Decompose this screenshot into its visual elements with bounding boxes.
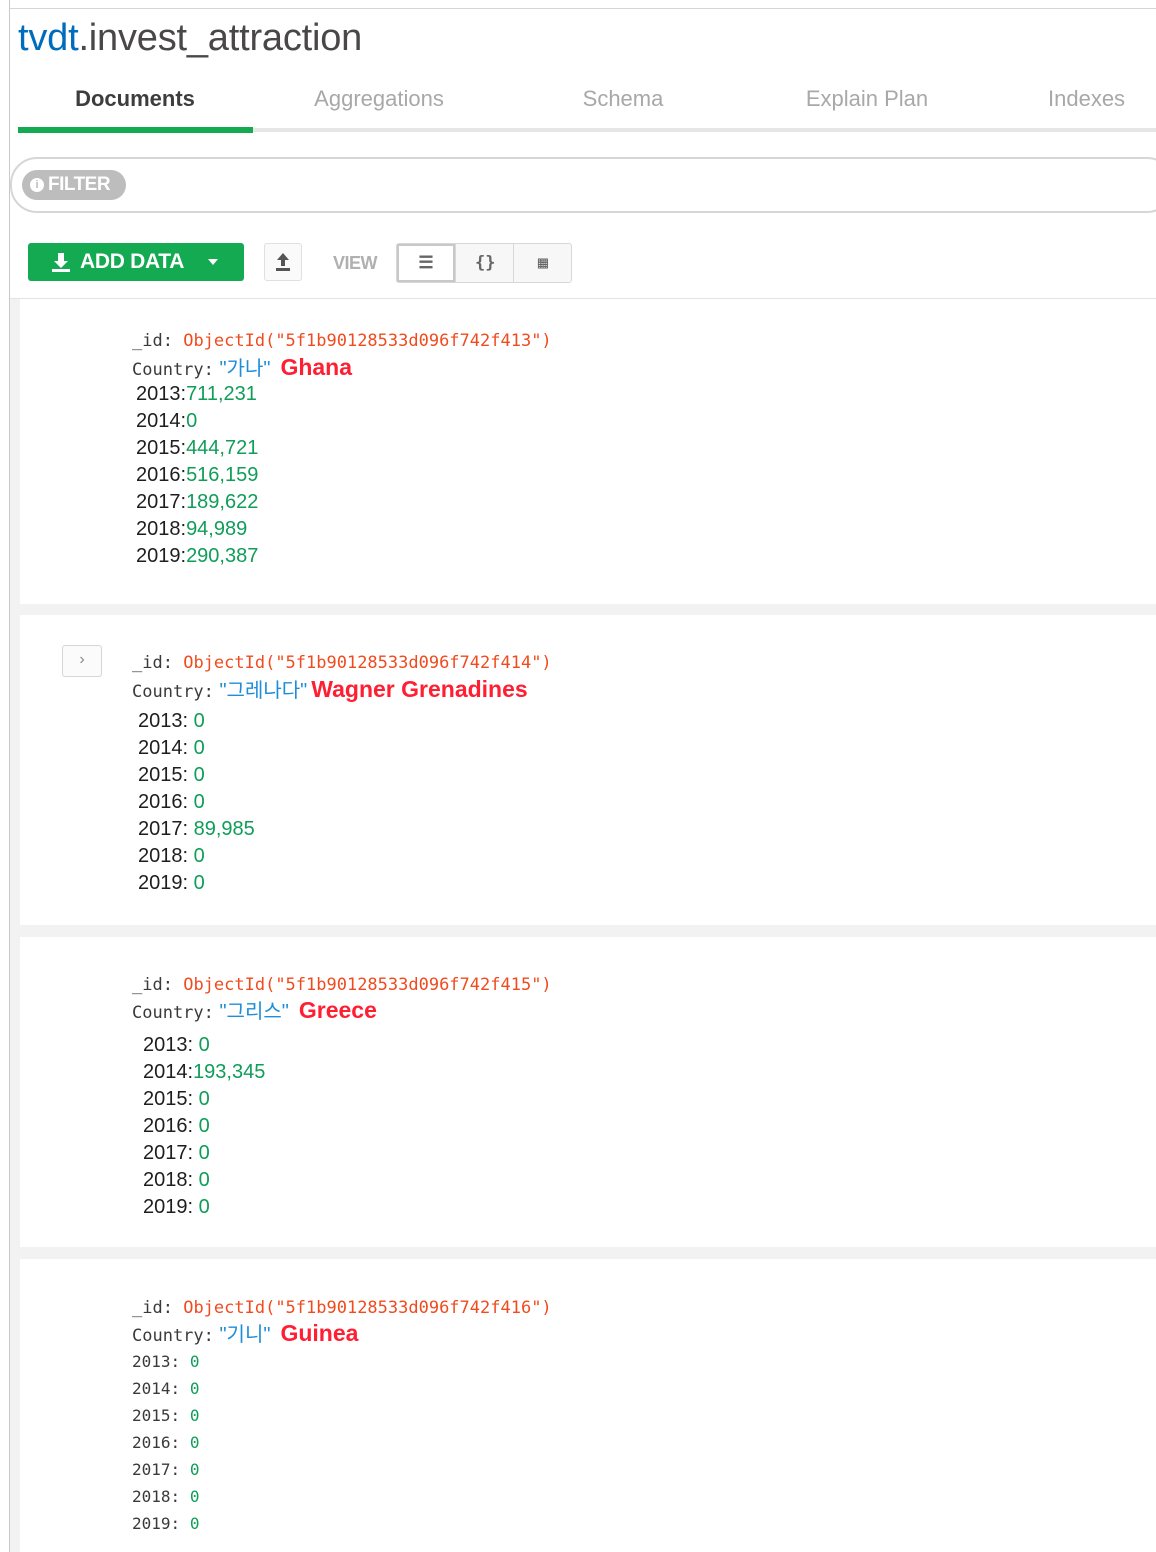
year-field: 2013: 0	[143, 1034, 210, 1056]
caret-down-icon	[208, 259, 218, 265]
year-field: 2013: 0	[132, 1352, 200, 1371]
country-field: Country: "그리스" Greece	[132, 997, 377, 1023]
add-data-button[interactable]: ADD DATA	[28, 243, 244, 281]
chevron-right-icon: ›	[79, 651, 85, 668]
country-value: "그리스"	[219, 1001, 289, 1023]
documents-toolbar: ADD DATA VIEW ☰ {} ▦	[10, 232, 1156, 301]
filter-badge[interactable]: i FILTER	[22, 170, 126, 200]
document-card: › _id: ObjectId("5f1b90128533d096f742f41…	[20, 615, 1156, 925]
expand-document-button[interactable]: ›	[62, 645, 102, 677]
country-value: "가나"	[219, 358, 271, 380]
country-annotation: Guinea	[280, 1320, 359, 1346]
object-id-value: ObjectId("5f1b90128533d096f742f415")	[183, 975, 552, 995]
tab-indexes[interactable]: Indexes	[1048, 86, 1156, 116]
document-card: _id: ObjectId("5f1b90128533d096f742f413"…	[20, 299, 1156, 604]
country-field: Country: "가나" Ghana	[132, 354, 353, 380]
country-annotation: Greece	[298, 997, 377, 1023]
year-field: 2016: 0	[138, 791, 205, 813]
active-tab-indicator	[18, 127, 253, 133]
country-field: Country: "기니" Guinea	[132, 1320, 359, 1346]
json-view-icon: {}	[475, 253, 496, 273]
view-label: VIEW	[333, 253, 378, 273]
tab-documents[interactable]: Documents	[18, 86, 252, 116]
tab-bar: Documents Aggregations Schema Explain Pl…	[18, 72, 1156, 134]
database-name: tvdt	[18, 17, 79, 59]
filter-label: FILTER	[48, 174, 111, 195]
year-field: 2015: 0	[138, 764, 205, 786]
upload-icon	[276, 253, 290, 271]
year-field: 2018: 0	[143, 1169, 210, 1191]
id-field: _id: ObjectId("5f1b90128533d096f742f414"…	[132, 653, 552, 673]
year-field: 2017: 0	[143, 1142, 210, 1164]
import-button[interactable]	[264, 243, 302, 281]
tab-schema[interactable]: Schema	[506, 86, 740, 116]
object-id-value: ObjectId("5f1b90128533d096f742f416")	[183, 1298, 552, 1318]
object-id-value: ObjectId("5f1b90128533d096f742f413")	[183, 331, 552, 351]
id-field: _id: ObjectId("5f1b90128533d096f742f416"…	[132, 1298, 552, 1318]
id-field: _id: ObjectId("5f1b90128533d096f742f415"…	[132, 975, 552, 995]
window-top-border	[9, 8, 1156, 9]
country-annotation: Ghana	[280, 354, 353, 380]
object-id-value: ObjectId("5f1b90128533d096f742f414")	[183, 653, 552, 673]
year-field: 2019: 0	[143, 1196, 210, 1218]
country-annotation: Wagner Grenadines	[311, 676, 528, 702]
year-field: 2014: 0	[138, 737, 205, 759]
document-list: _id: ObjectId("5f1b90128533d096f742f413"…	[10, 299, 1156, 1552]
year-field: 2019:290,387	[136, 545, 259, 567]
year-field: 2015: 0	[132, 1406, 200, 1425]
document-card: _id: ObjectId("5f1b90128533d096f742f415"…	[20, 937, 1156, 1247]
year-field: 2016: 0	[143, 1115, 210, 1137]
year-field: 2013: 0	[138, 710, 205, 732]
id-field: _id: ObjectId("5f1b90128533d096f742f413"…	[132, 331, 552, 351]
year-field: 2017: 0	[132, 1460, 200, 1479]
tab-aggregations[interactable]: Aggregations	[262, 86, 496, 116]
year-field: 2018:94,989	[136, 518, 248, 540]
year-field: 2016: 0	[132, 1433, 200, 1452]
year-field: 2014:0	[136, 410, 198, 432]
year-field: 2019: 0	[138, 872, 205, 894]
year-field: 2015:444,721	[136, 437, 259, 459]
download-icon	[52, 253, 70, 272]
year-field: 2017:189,622	[136, 491, 259, 513]
tab-explain-plan[interactable]: Explain Plan	[750, 86, 984, 116]
collection-name: .invest_attraction	[78, 17, 363, 59]
list-view-icon: ☰	[418, 253, 434, 273]
document-card: _id: ObjectId("5f1b90128533d096f742f416"…	[20, 1259, 1156, 1552]
year-field: 2014: 0	[132, 1379, 200, 1398]
year-field: 2017: 89,985	[138, 818, 255, 840]
year-field: 2013:711,231	[136, 383, 257, 405]
country-value: "그레나다"	[219, 680, 308, 702]
collection-title: tvdt.invest_attraction	[18, 14, 362, 62]
table-view-button[interactable]: ▦	[514, 244, 572, 282]
country-field: Country: "그레나다" Wagner Grenadines	[132, 676, 528, 702]
list-view-button[interactable]: ☰	[397, 244, 455, 282]
view-toggle: ☰ {} ▦	[396, 243, 572, 283]
json-view-button[interactable]: {}	[456, 244, 514, 282]
year-field: 2018: 0	[132, 1487, 200, 1506]
year-field: 2014:193,345	[143, 1061, 266, 1083]
country-value: "기니"	[219, 1324, 271, 1346]
year-field: 2016:516,159	[136, 464, 259, 486]
table-view-icon: ▦	[537, 253, 549, 273]
info-icon: i	[30, 178, 44, 192]
year-field: 2018: 0	[138, 845, 205, 867]
add-data-label: ADD DATA	[80, 250, 185, 273]
year-field: 2019: 0	[132, 1514, 200, 1533]
year-field: 2015: 0	[143, 1088, 210, 1110]
filter-input[interactable]: i FILTER	[10, 157, 1156, 213]
